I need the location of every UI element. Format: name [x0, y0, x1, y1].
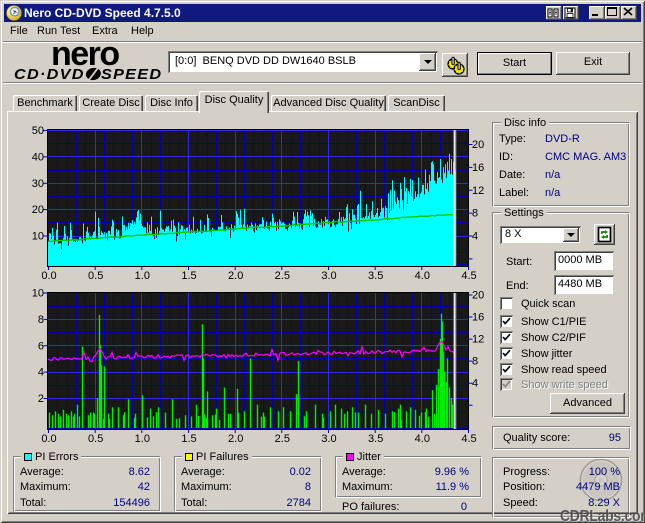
svg-text:30: 30: [32, 178, 44, 190]
svg-text:1.0: 1.0: [135, 433, 150, 445]
svg-text:0.0: 0.0: [41, 433, 56, 445]
svg-text:1.0: 1.0: [135, 270, 150, 282]
svg-text:8: 8: [472, 356, 478, 368]
svg-text:4: 4: [472, 231, 478, 243]
svg-text:0.5: 0.5: [88, 433, 103, 445]
svg-text:4: 4: [38, 367, 44, 379]
svg-text:12: 12: [472, 185, 484, 197]
svg-text:4.0: 4.0: [415, 270, 430, 282]
svg-text:20: 20: [472, 290, 484, 302]
svg-text:3.0: 3.0: [321, 270, 336, 282]
svg-text:50: 50: [32, 125, 44, 137]
svg-text:1.5: 1.5: [181, 270, 196, 282]
svg-text:10: 10: [32, 288, 44, 300]
svg-text:3.5: 3.5: [368, 270, 383, 282]
svg-text:4.0: 4.0: [415, 433, 430, 445]
svg-text:0.0: 0.0: [41, 270, 56, 282]
svg-text:4.5: 4.5: [461, 270, 476, 282]
svg-text:12: 12: [472, 334, 484, 346]
svg-text:20: 20: [32, 204, 44, 216]
svg-text:8: 8: [38, 314, 44, 326]
svg-text:16: 16: [472, 312, 484, 324]
svg-text:2.5: 2.5: [275, 433, 290, 445]
svg-text:3.0: 3.0: [321, 433, 336, 445]
svg-text:1.5: 1.5: [181, 433, 196, 445]
svg-text:2.0: 2.0: [228, 270, 243, 282]
svg-text:8: 8: [472, 208, 478, 220]
svg-text:0.5: 0.5: [88, 270, 103, 282]
svg-text:20: 20: [472, 139, 484, 151]
svg-text:40: 40: [32, 151, 44, 163]
svg-text:2: 2: [38, 393, 44, 405]
svg-text:4: 4: [472, 378, 478, 390]
svg-text:2.0: 2.0: [228, 433, 243, 445]
svg-text:4.5: 4.5: [461, 433, 476, 445]
svg-text:16: 16: [472, 162, 484, 174]
svg-text:6: 6: [38, 340, 44, 352]
svg-text:10: 10: [32, 231, 44, 243]
svg-text:2.5: 2.5: [275, 270, 290, 282]
svg-text:3.5: 3.5: [368, 433, 383, 445]
